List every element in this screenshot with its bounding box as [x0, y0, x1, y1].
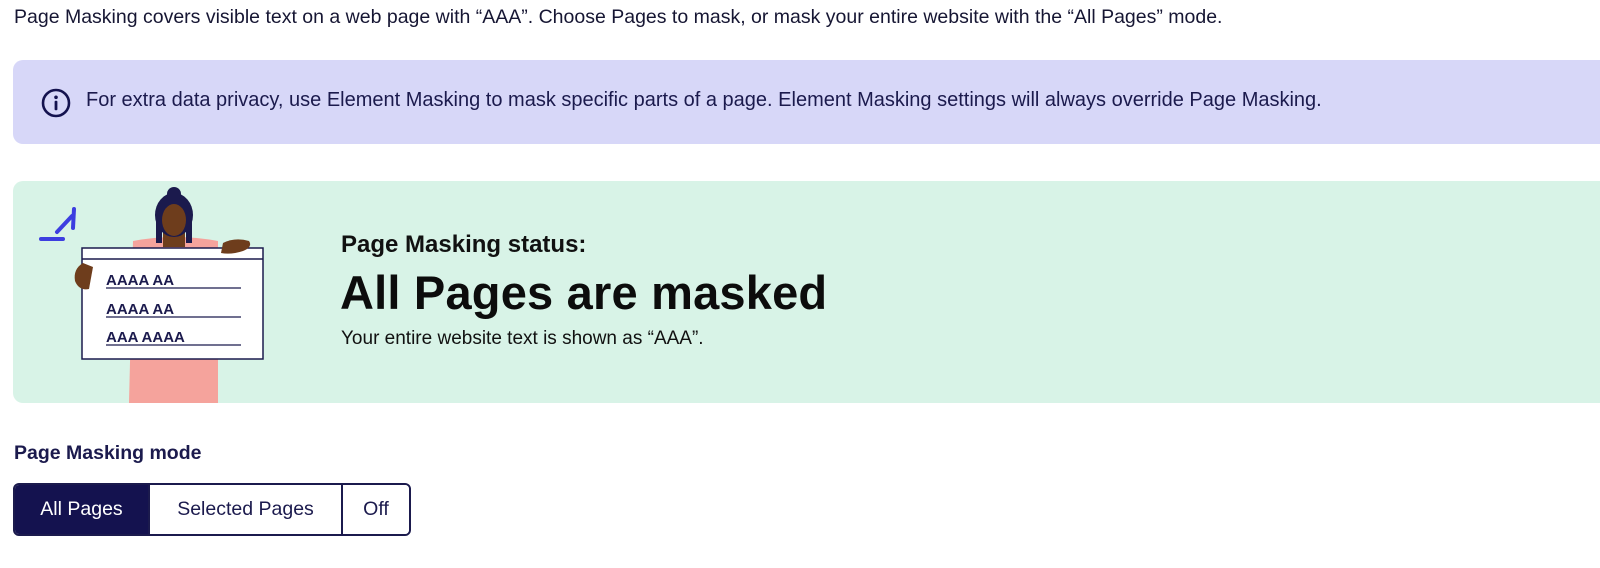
info-circle-icon: [41, 88, 71, 118]
sparkle-icon: [39, 207, 76, 241]
sheet-line-1: AAAA AA: [106, 272, 174, 289]
intro-text: Page Masking covers visible text on a we…: [14, 6, 1223, 28]
page-masking-settings: Page Masking covers visible text on a we…: [0, 0, 1600, 568]
masking-illustration: AAAA AA AAAA AA AAA AAAA: [39, 187, 264, 403]
mode-segmented-control: All Pages Selected Pages Off: [13, 483, 411, 536]
status-panel: AAAA AA AAAA AA AAA AAAA Page Masking st…: [13, 181, 1600, 403]
mode-label: Page Masking mode: [14, 442, 202, 464]
info-banner: For extra data privacy, use Element Mask…: [13, 60, 1600, 144]
status-headline: All Pages are masked: [340, 266, 828, 319]
info-banner-text: For extra data privacy, use Element Mask…: [86, 89, 1322, 111]
status-label: Page Masking status:: [341, 231, 587, 258]
status-description: Your entire website text is shown as “AA…: [341, 328, 704, 349]
sheet-line-2: AAAA AA: [106, 301, 174, 318]
mode-option-all-pages[interactable]: All Pages: [15, 485, 148, 534]
mode-option-off[interactable]: Off: [341, 485, 409, 534]
mode-option-selected-pages[interactable]: Selected Pages: [148, 485, 341, 534]
sheet-line-3: AAA AAAA: [106, 329, 185, 346]
